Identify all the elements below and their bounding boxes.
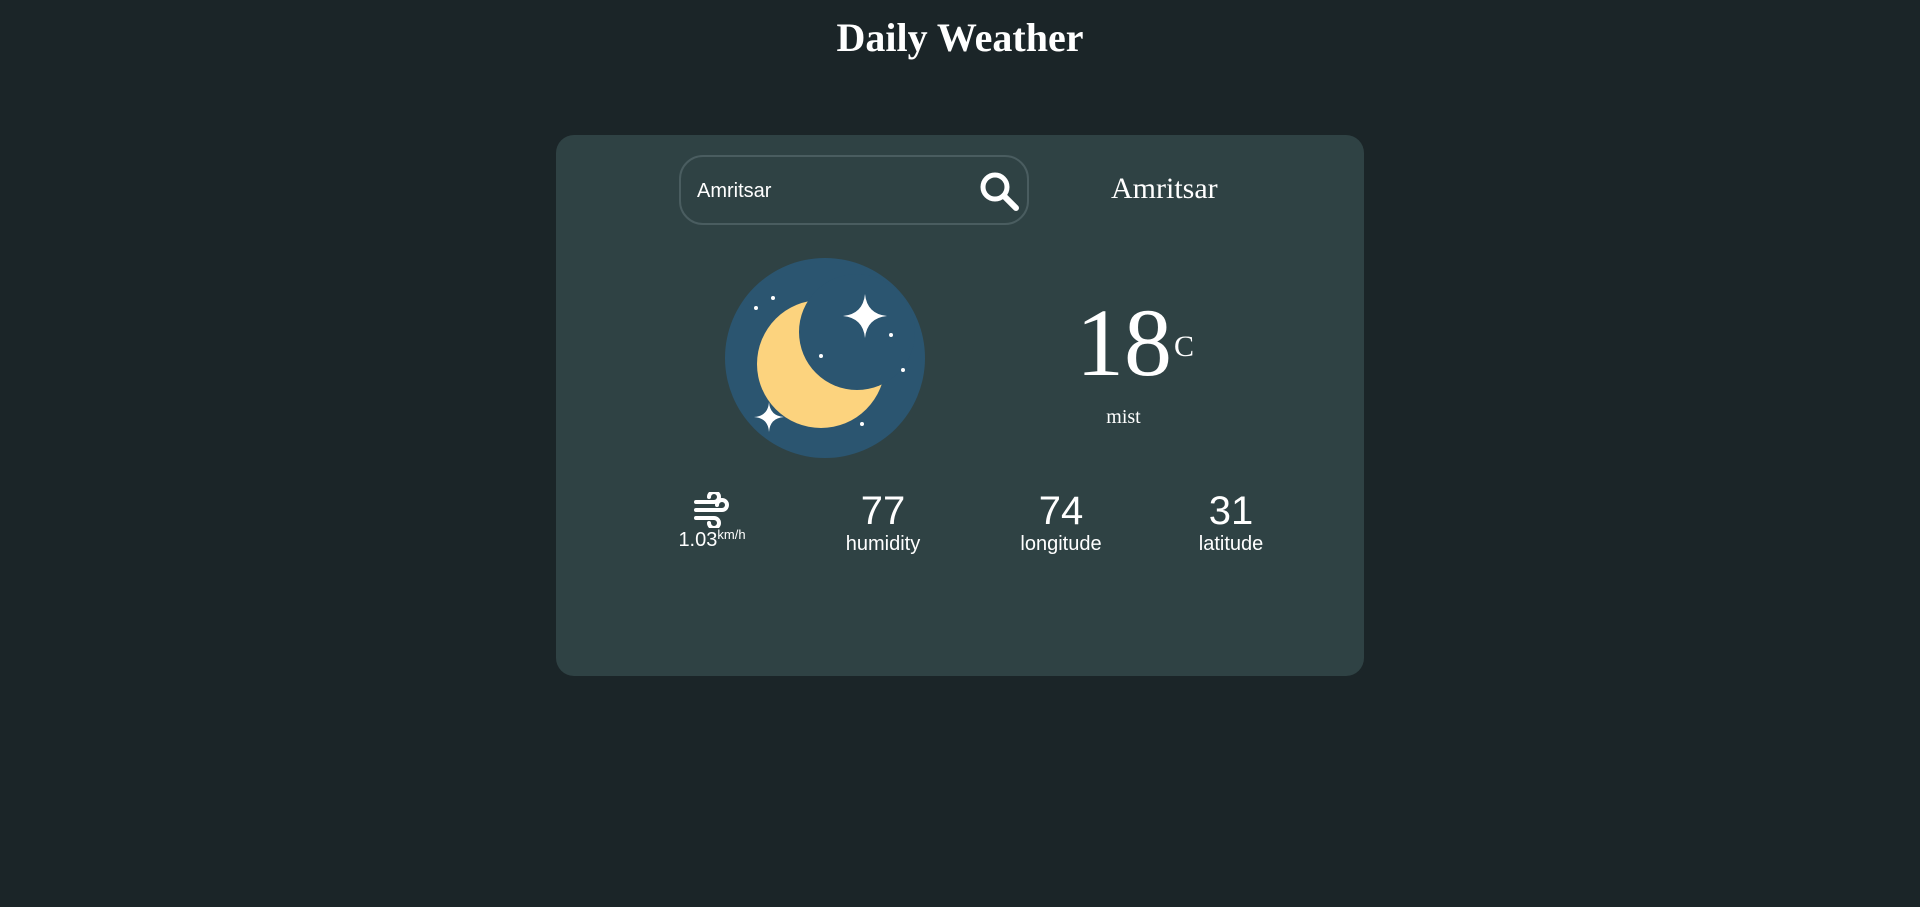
longitude-label: longitude (1020, 533, 1102, 555)
humidity-stat: 77 humidity (828, 490, 938, 556)
search-icon (980, 172, 1019, 211)
humidity-label: humidity (845, 533, 921, 555)
search-box (679, 155, 1029, 225)
humidity-value: 77 (860, 489, 906, 533)
wind-speed-value: 1.03 (678, 529, 718, 551)
latitude-stat: 31 latitude (1176, 490, 1286, 556)
latitude-label: latitude (1198, 533, 1264, 555)
weather-condition: mist (1106, 406, 1141, 428)
temperature-value: 18 (1076, 289, 1172, 396)
city-search-input[interactable] (697, 175, 957, 207)
wind-stat: 1.03km/h (672, 492, 752, 552)
weather-card: Amritsar 18 C mist 1.03km/h 77 humidity … (556, 135, 1364, 676)
wind-speed-unit: km/h (717, 527, 746, 542)
page-title: Daily Weather (836, 15, 1084, 60)
city-name: Amritsar (1111, 172, 1218, 205)
latitude-value: 31 (1208, 489, 1254, 533)
wind-icon (694, 492, 729, 528)
crescent-moon-night-icon (725, 258, 925, 458)
longitude-stat: 74 longitude (996, 490, 1126, 556)
longitude-value: 74 (1038, 489, 1084, 533)
search-button[interactable] (978, 170, 1022, 214)
temperature-unit: C (1174, 330, 1195, 363)
